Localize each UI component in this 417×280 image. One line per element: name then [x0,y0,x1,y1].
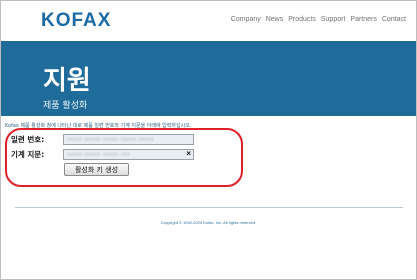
page-title: 지원 [43,66,91,96]
generate-activation-key-button[interactable]: 활성화 키 생성 [64,163,129,176]
nav-support[interactable]: Support [321,16,346,23]
serial-value: XXXX2-XXXXX-XXXXX-XXXXX-XXXXX [67,137,155,143]
fingerprint-label: 기계 지문: [11,150,45,159]
fingerprint-row: 기계 지문: XXXXX-XXXXX-XXXXX-XXX × [11,149,194,160]
serial-label: 일련 번호: [11,135,45,144]
nav-company[interactable]: Company [231,16,261,23]
machine-fingerprint-input[interactable]: XXXXX-XXXXX-XXXXX-XXX × [63,149,194,160]
hero-banner: 지원 제품 활성화 [1,41,416,116]
browser-page: KOFAX Company News Products Support Part… [0,0,417,280]
fingerprint-value: XXXXX-XXXXX-XXXXX-XXX [67,152,131,158]
nav-partners[interactable]: Partners [350,16,376,23]
clear-icon[interactable]: × [186,150,191,159]
nav-products[interactable]: Products [288,16,316,23]
nav-news[interactable]: News [266,16,284,23]
copyright-text: Copyright © 1992-2020 Kofax, Inc. All ri… [160,220,257,225]
serial-row: 일련 번호: XXXX2-XXXXX-XXXXX-XXXXX-XXXXX [11,134,194,145]
footer-divider [15,207,403,208]
page-subtitle: 제품 활성화 [43,101,88,111]
serial-number-input[interactable]: XXXX2-XXXXX-XXXXX-XXXXX-XXXXX [63,134,194,145]
nav-contact[interactable]: Contact [382,16,406,23]
site-header: KOFAX Company News Products Support Part… [1,1,416,41]
kofax-logo[interactable]: KOFAX [41,10,111,32]
main-nav: Company News Products Support Partners C… [226,16,406,23]
